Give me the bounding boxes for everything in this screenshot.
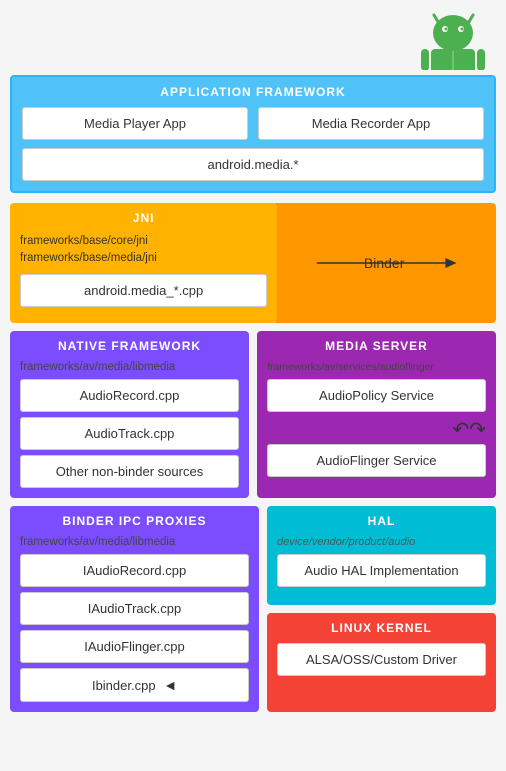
iaudio-flinger-box: IAudioFlinger.cpp	[20, 630, 249, 663]
hal-path: device/vendor/product/audio	[277, 536, 486, 548]
native-framework-path: frameworks/av/media/libmedia	[20, 361, 239, 373]
audio-flinger-box: AudioFlinger Service	[267, 444, 486, 477]
binder-ipc-title: BINDER IPC PROXIES	[20, 514, 249, 528]
jni-paths: frameworks/base/core/jni frameworks/base…	[20, 233, 267, 268]
media-player-box: Media Player App	[22, 107, 248, 140]
linux-kernel-section: LINUX KERNEL ALSA/OSS/Custom Driver	[267, 613, 496, 712]
native-media-row: NATIVE FRAMEWORK frameworks/av/media/lib…	[10, 331, 496, 498]
audio-hal-box: Audio HAL Implementation	[277, 554, 486, 587]
main-container: APPLICATION FRAMEWORK Media Player App M…	[0, 0, 506, 730]
other-non-binder-box: Other non-binder sources	[20, 455, 239, 488]
jni-title: JNI	[20, 211, 267, 225]
audio-policy-box: AudioPolicy Service	[267, 379, 486, 412]
iaudio-track-box: IAudioTrack.cpp	[20, 592, 249, 625]
audio-track-box: AudioTrack.cpp	[20, 417, 239, 450]
curved-arrows: ↶↷	[267, 417, 486, 442]
hal-section: HAL device/vendor/product/audio Audio HA…	[267, 506, 496, 605]
jni-section: JNI frameworks/base/core/jni frameworks/…	[10, 203, 277, 323]
binder-area: Binder	[272, 203, 496, 323]
iaudio-record-box: IAudioRecord.cpp	[20, 554, 249, 587]
hal-linux-stack: HAL device/vendor/product/audio Audio HA…	[267, 506, 496, 712]
ibinder-box: Ibinder.cpp ◄	[20, 668, 249, 702]
app-framework-title: APPLICATION FRAMEWORK	[22, 85, 484, 99]
app-framework-section: APPLICATION FRAMEWORK Media Player App M…	[10, 75, 496, 193]
audio-record-box: AudioRecord.cpp	[20, 379, 239, 412]
binder-hal-row: BINDER IPC PROXIES frameworks/av/media/l…	[10, 506, 496, 712]
native-framework-section: NATIVE FRAMEWORK frameworks/av/media/lib…	[10, 331, 249, 498]
jni-cpp-box: android.media_*.cpp	[20, 274, 267, 307]
hal-title: HAL	[277, 514, 486, 528]
jni-row: JNI frameworks/base/core/jni frameworks/…	[10, 203, 496, 323]
android-logo	[416, 5, 491, 73]
app-top-row: Media Player App Media Recorder App	[22, 107, 484, 140]
media-server-title: MEDIA SERVER	[267, 339, 486, 353]
binder-ipc-path: frameworks/av/media/libmedia	[20, 536, 249, 548]
native-framework-title: NATIVE FRAMEWORK	[20, 339, 239, 353]
media-server-section: MEDIA SERVER frameworks/av/services/audi…	[257, 331, 496, 498]
linux-kernel-title: LINUX KERNEL	[277, 621, 486, 635]
pointer-arrow-icon: ◄	[163, 677, 177, 693]
android-media-box: android.media.*	[22, 148, 484, 181]
alsa-box: ALSA/OSS/Custom Driver	[277, 643, 486, 676]
media-server-path: frameworks/av/services/audioflinger	[267, 361, 486, 373]
binder-ipc-section: BINDER IPC PROXIES frameworks/av/media/l…	[10, 506, 259, 712]
media-recorder-box: Media Recorder App	[258, 107, 484, 140]
